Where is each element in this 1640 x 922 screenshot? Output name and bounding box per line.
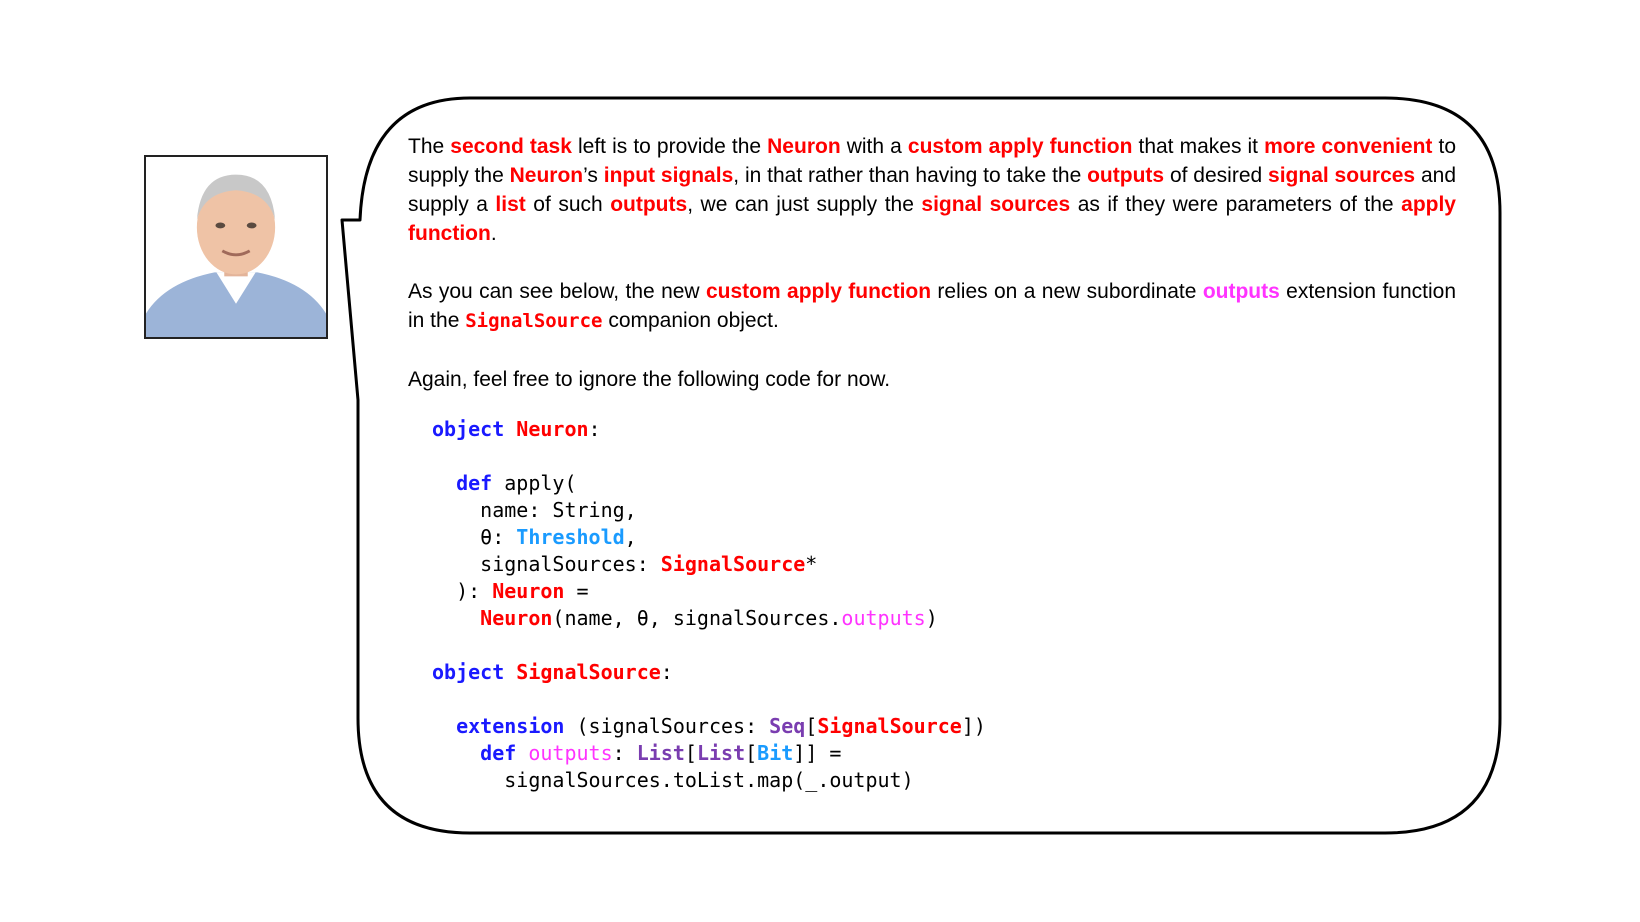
highlight-term: Neuron [509,164,584,187]
code-token: [ [805,714,818,738]
code-token: ]) [961,714,986,738]
paragraph: As you can see below, the new custom app… [408,277,1456,336]
text-run: with a [840,135,908,158]
code-token: [ [745,741,758,765]
highlight-term: signal sources [1268,164,1416,187]
code-token: name: String, [432,498,637,522]
highlight-term: Neuron [767,135,841,158]
code-line: θ: Threshold, [432,524,1456,551]
code-token: Seq [769,714,806,738]
code-token: = [564,579,589,603]
code-token: outputs [841,606,926,630]
code-token: : [588,417,601,441]
text-run: , we can just supply the [687,193,922,216]
highlight-term: outputs [1202,280,1280,303]
code-line: def apply( [432,470,1456,497]
highlight-term: SignalSource [465,310,603,332]
code-token: signalSources: [432,552,661,576]
text-run: Again, feel free to ignore the following… [408,368,891,391]
text-run: companion object. [602,309,779,332]
code-token: Bit [757,741,794,765]
highlight-term: signal sources [921,193,1071,216]
code-token: ) [925,606,938,630]
highlight-term: outputs [610,193,688,216]
code-token: apply( [492,471,577,495]
code-token: Threshold [516,525,625,549]
person-portrait-icon [146,157,326,337]
highlight-term: custom apply function [907,135,1133,158]
highlight-term: more convenient [1264,135,1433,158]
code-token: ]] = [793,741,842,765]
code-token: Neuron [480,606,553,630]
text-run: that makes it [1132,135,1265,158]
paragraph: Again, feel free to ignore the following… [408,365,1456,394]
code-token: object [432,660,505,684]
code-token: def [480,741,517,765]
code-token: Neuron [516,417,589,441]
paragraph: The second task left is to provide the N… [408,132,1456,248]
code-line: object Neuron: [432,416,1456,443]
text-run: , in that rather than having to take the [733,164,1088,187]
code-token: , [624,525,637,549]
code-token: ): [432,579,493,603]
highlight-term: second task [450,135,572,158]
code-line: extension (signalSources: Seq[SignalSour… [432,713,1456,740]
highlight-term: input signals [603,164,734,187]
code-line: signalSources.toList.map(_.output) [432,767,1456,794]
code-token: List [696,741,746,765]
code-line: Neuron(name, θ, signalSources.outputs) [432,605,1456,632]
text-run: As you can see below, the new [408,280,706,303]
highlight-term: custom apply function [705,280,932,303]
code-token: List [636,741,685,765]
text-run: ’s [583,164,604,187]
code-token: (signalSources: [564,714,770,738]
code-line: name: String, [432,497,1456,524]
code-token: (name, θ, signalSources. [552,606,842,630]
avatar [144,155,328,339]
code-token: def [456,471,493,495]
code-token: outputs [528,741,613,765]
code-token: θ: [432,525,517,549]
code-token: : [660,660,673,684]
text-run: The [408,135,451,158]
code-token: SignalSource [660,552,806,576]
code-token: SignalSource [817,714,962,738]
code-line: object SignalSource: [432,659,1456,686]
code-token: * [805,552,818,576]
text-run: of such [525,193,611,216]
text-run: relies on a new subordinate [931,280,1203,303]
code-token: SignalSource [516,660,661,684]
highlight-term: outputs [1087,164,1165,187]
code-line: ): Neuron = [432,578,1456,605]
code-block: object Neuron: def apply( name: String, … [432,416,1456,794]
text-run: left is to provide the [571,135,768,158]
code-line: def outputs: List[List[Bit]] = [432,740,1456,767]
code-token: : [612,741,637,765]
code-token: object [432,417,505,441]
text-run: . [490,222,497,245]
text-run: as if they were parameters of the [1070,193,1402,216]
bubble-content: The second task left is to provide the N… [408,132,1456,794]
code-token: signalSources.toList.map(_.output) [432,768,914,792]
text-run: of desired [1164,164,1269,187]
code-token: extension [456,714,565,738]
highlight-term: list [495,193,526,216]
code-token: [ [684,741,697,765]
code-token: Neuron [492,579,565,603]
code-line: signalSources: SignalSource* [432,551,1456,578]
